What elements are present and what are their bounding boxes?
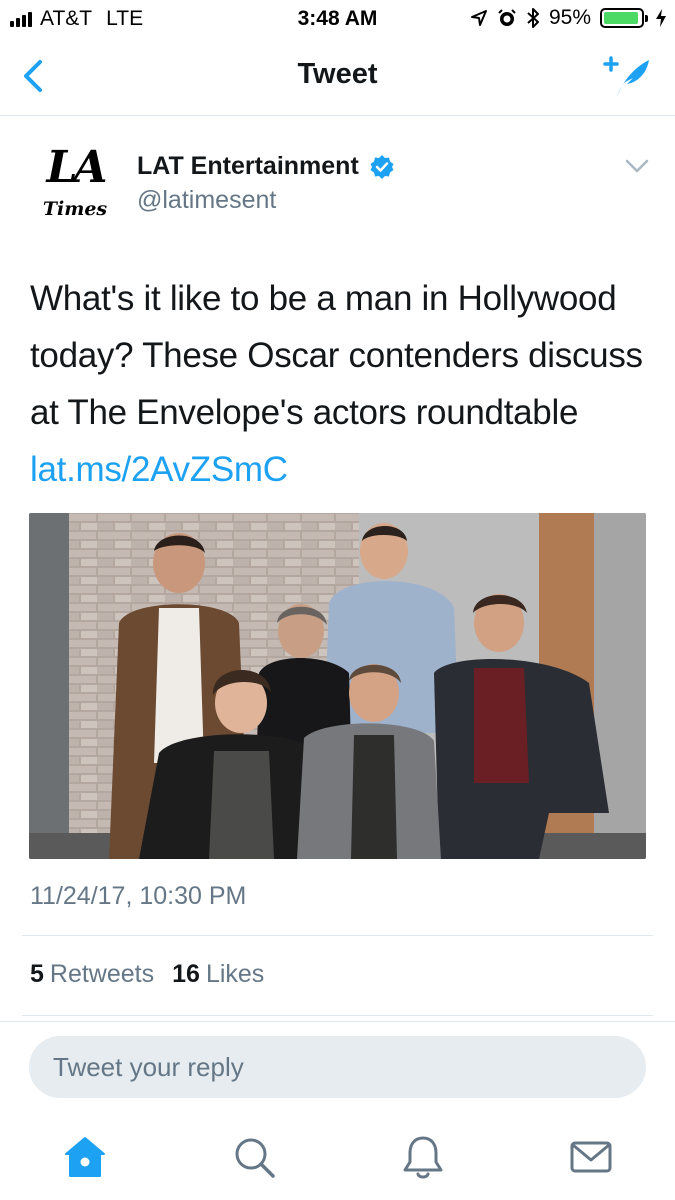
battery-fill [604,12,639,24]
avatar-la-times-logo[interactable]: LA Times [30,146,120,226]
reply-input[interactable]: Tweet your reply [29,1036,646,1098]
retweets-label: Retweets [49,960,155,988]
likes-stat[interactable]: 16 Likes [172,960,264,989]
tweet-stats: 5 Retweets 16 Likes [30,960,264,989]
likes-count: 16 [172,960,200,988]
bluetooth-icon [527,8,539,28]
notifications-bell-icon[interactable] [398,1132,448,1182]
tweet-timestamp: 11/24/17, 10:30 PM [30,882,247,910]
location-arrow-icon [470,10,487,26]
divider [0,1021,675,1022]
compose-tweet-icon[interactable] [603,52,653,100]
tab-bar [0,1120,675,1200]
search-icon[interactable] [229,1132,279,1182]
status-bar: AT&T LTE 3:48 AM 95% [0,0,675,38]
retweets-stat[interactable]: 5 Retweets [30,960,154,989]
battery-percent: 95% [548,6,591,29]
alarm-clock-icon [498,9,516,26]
home-icon[interactable] [60,1132,110,1182]
display-name-row[interactable]: LAT Entertainment [137,152,395,181]
verified-badge-icon [370,154,394,179]
page-title: Tweet [297,58,378,90]
charging-bolt-icon [656,9,666,27]
navigation-bar: Tweet [0,38,675,116]
chevron-down-icon[interactable] [625,158,649,174]
tweet-link[interactable]: lat.ms/2AvZSmC [30,450,288,489]
display-name[interactable]: LAT Entertainment [137,152,359,181]
logo-line2: Times [42,198,108,220]
reply-placeholder: Tweet your reply [53,1051,244,1082]
divider [22,1015,653,1016]
messages-envelope-icon[interactable] [566,1132,616,1182]
battery-icon [600,8,648,28]
divider [22,935,653,936]
retweets-count: 5 [30,960,44,988]
tweet-body: What's it like to be a man in Hollywood … [30,279,643,432]
tweet-header: LA Times LAT Entertainment @latimesent [0,140,675,230]
user-handle[interactable]: @latimesent [137,186,276,215]
tweet-text: What's it like to be a man in Hollywood … [30,270,655,498]
logo-line1: LA [46,142,107,193]
status-right: 95% [470,6,667,30]
likes-label: Likes [205,960,265,988]
tweet-photo[interactable] [29,513,646,859]
